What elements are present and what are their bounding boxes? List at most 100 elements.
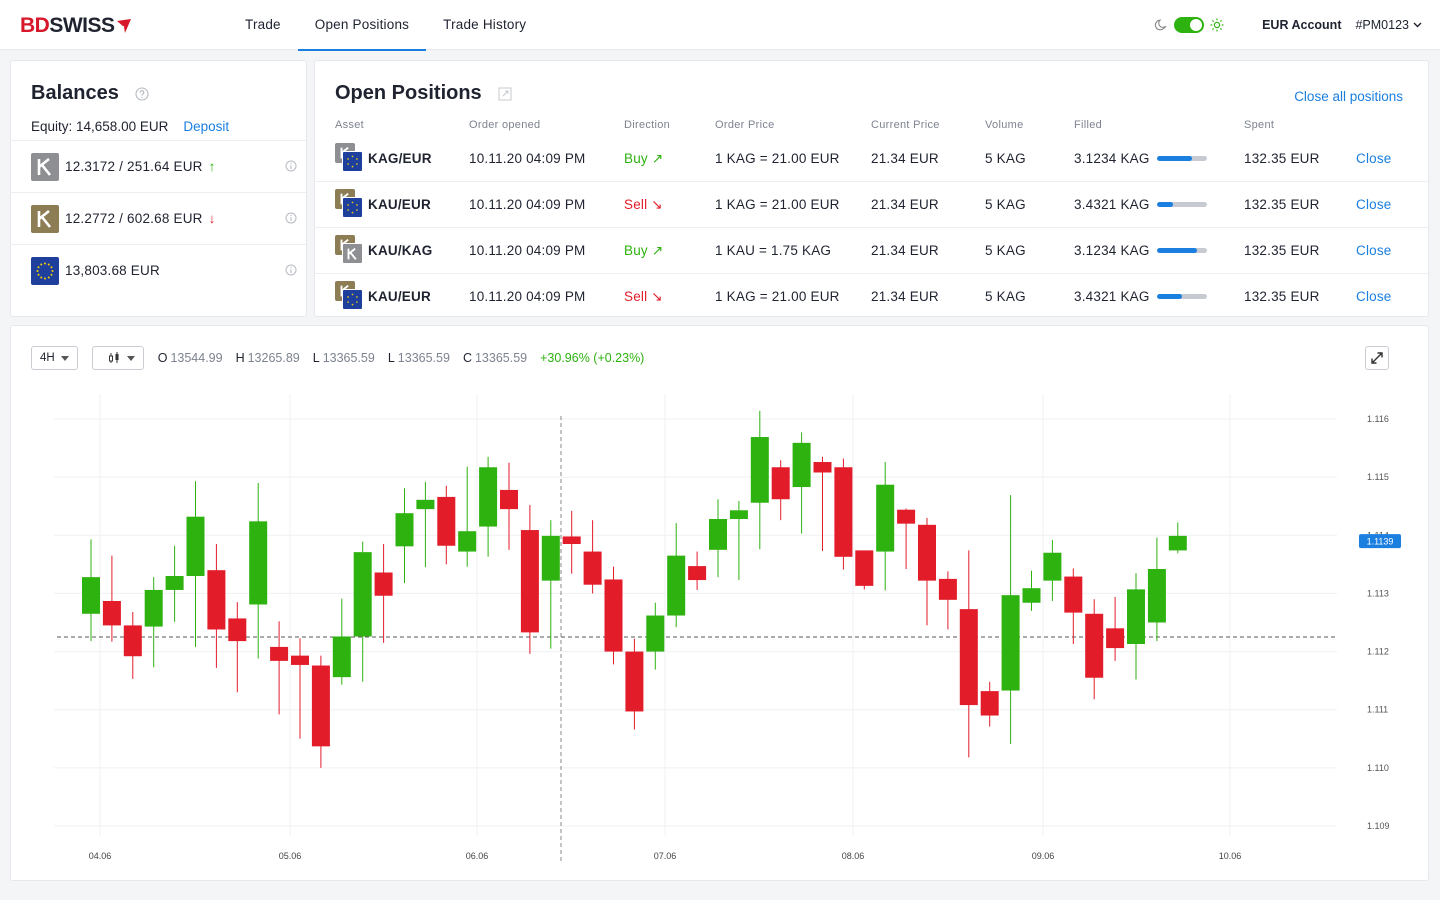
- candle-down: [834, 467, 853, 557]
- candle-down: [813, 462, 832, 473]
- col-asset: Asset: [335, 119, 365, 131]
- direction-label: Sell: [624, 289, 648, 304]
- account-label[interactable]: EUR Account: [1262, 18, 1341, 32]
- balance-value: 12.3172 / 251.64 EUR: [65, 159, 203, 174]
- candle-down: [270, 646, 289, 661]
- col-filled: Filled: [1074, 119, 1103, 131]
- candle-down: [1106, 628, 1125, 649]
- candle-up: [144, 589, 163, 627]
- arrow-down-right-icon: ↘: [651, 289, 663, 304]
- candle-down: [771, 467, 790, 500]
- spent: 132.35 EUR: [1244, 197, 1320, 212]
- ohlc-value: 13265.89: [247, 351, 300, 365]
- balances-title-row: Balances: [31, 82, 149, 105]
- close-position-button[interactable]: Close: [1356, 289, 1392, 304]
- direction: Sell ↘: [624, 197, 663, 213]
- balance-value: 13,803.68 EUR: [65, 263, 160, 278]
- current-price: 21.34 EUR: [871, 197, 939, 212]
- ohlc-close: C 13365.59: [463, 351, 527, 365]
- candle-up: [1168, 535, 1187, 551]
- bdswiss-logo[interactable]: BD SWISS: [20, 14, 132, 38]
- filled: 3.4321 KAG: [1074, 289, 1207, 304]
- filled-progress-fill: [1156, 156, 1192, 161]
- candle-down: [855, 550, 874, 586]
- candle-up: [792, 442, 811, 488]
- deposit-link[interactable]: Deposit: [183, 119, 229, 134]
- col-order-price: Order Price: [715, 119, 775, 131]
- x-tick-label: 05.06: [279, 851, 302, 861]
- close-position-button[interactable]: Close: [1356, 243, 1392, 258]
- candlestick-icon: [108, 352, 119, 363]
- close-all-positions-link[interactable]: Close all positions: [1294, 89, 1403, 104]
- volume: 5 KAG: [985, 243, 1026, 258]
- fullscreen-button[interactable]: [1365, 346, 1389, 370]
- moon-icon: [1154, 19, 1167, 31]
- volume: 5 KAG: [985, 197, 1026, 212]
- balance-row-kau: 12.2772 / 602.68 EUR ↓: [11, 192, 308, 244]
- pair-icon: [335, 281, 365, 311]
- candle-up: [249, 521, 268, 605]
- popout-icon[interactable]: [498, 87, 512, 101]
- candle-down: [291, 655, 309, 665]
- info-icon[interactable]: [285, 160, 297, 172]
- logo-arrow-icon: [116, 19, 131, 33]
- nav-trade-history[interactable]: Trade History: [426, 0, 543, 50]
- ohlc-low-2: L 13365.59: [388, 351, 450, 365]
- equity-row: Equity: 14,658.00 EUR Deposit: [31, 119, 229, 134]
- chart-type-dropdown[interactable]: [91, 346, 144, 370]
- candle-down: [604, 579, 623, 652]
- help-icon[interactable]: [135, 86, 149, 101]
- ohlc-open: O 13544.99: [158, 351, 223, 365]
- order-opened: 10.11.20 04:09 PM: [469, 151, 586, 166]
- y-tick-label: 1.116: [1367, 414, 1389, 424]
- header-right: EUR Account #PM0123: [1154, 0, 1422, 50]
- filled-value: 3.1234 KAG: [1074, 151, 1150, 166]
- theme-switch-knob: [1190, 19, 1203, 31]
- candle-down: [374, 572, 393, 596]
- candle-up: [1147, 569, 1166, 623]
- theme-switch[interactable]: [1174, 17, 1205, 33]
- last-price-label: 1.1139: [1367, 537, 1394, 547]
- candle-down: [688, 566, 707, 581]
- pair-icon: [335, 235, 365, 265]
- filled-value: 3.4321 KAG: [1074, 197, 1150, 212]
- order-price: 1 KAG = 21.00 EUR: [715, 289, 840, 304]
- candle-up: [646, 615, 665, 652]
- table-row: KAG/EUR 10.11.20 04:09 PM Buy ↗ 1 KAG = …: [315, 136, 1430, 182]
- col-direction: Direction: [624, 119, 671, 131]
- eu-stars-icon: [36, 262, 54, 279]
- ohlc-key: O: [157, 351, 168, 365]
- candle-down: [583, 551, 602, 585]
- info-icon[interactable]: [285, 212, 297, 224]
- account-selector[interactable]: #PM0123: [1355, 18, 1422, 32]
- caret-down-icon: [60, 355, 69, 361]
- nav-trade[interactable]: Trade: [228, 0, 298, 50]
- direction: Buy ↗: [624, 243, 663, 259]
- close-position-button[interactable]: Close: [1356, 151, 1392, 166]
- balance-value: 12.2772 / 602.68 EUR: [65, 211, 203, 226]
- direction: Sell ↘: [624, 289, 663, 305]
- candle-down: [938, 578, 957, 600]
- x-tick-label: 04.06: [89, 851, 112, 861]
- x-tick-label: 08.06: [842, 851, 865, 861]
- nav-open-positions[interactable]: Open Positions: [297, 0, 427, 51]
- candle-down: [228, 618, 247, 642]
- candle-up: [332, 636, 351, 678]
- interval-dropdown[interactable]: 4H: [31, 346, 78, 370]
- filled-progress-bar: [1156, 294, 1207, 299]
- pair-icon: [335, 189, 365, 219]
- volume: 5 KAG: [985, 151, 1026, 166]
- order-price: 1 KAG = 21.00 EUR: [715, 151, 840, 166]
- candle-up: [416, 499, 435, 510]
- asset-pair: KAU/EUR: [368, 196, 431, 212]
- x-tick-label: 06.06: [466, 851, 489, 861]
- info-icon[interactable]: [285, 264, 297, 276]
- candlestick-chart[interactable]: 1.1161.1151.1141.1131.1121.1111.1101.109…: [11, 326, 1430, 882]
- filled-value: 3.4321 KAG: [1074, 289, 1150, 304]
- theme-toggle: [1154, 17, 1224, 33]
- candle-up: [353, 552, 372, 637]
- filled: 3.4321 KAG: [1074, 197, 1207, 212]
- close-position-button[interactable]: Close: [1356, 197, 1392, 212]
- candle-up: [165, 575, 184, 590]
- ohlc-key: C: [462, 351, 472, 365]
